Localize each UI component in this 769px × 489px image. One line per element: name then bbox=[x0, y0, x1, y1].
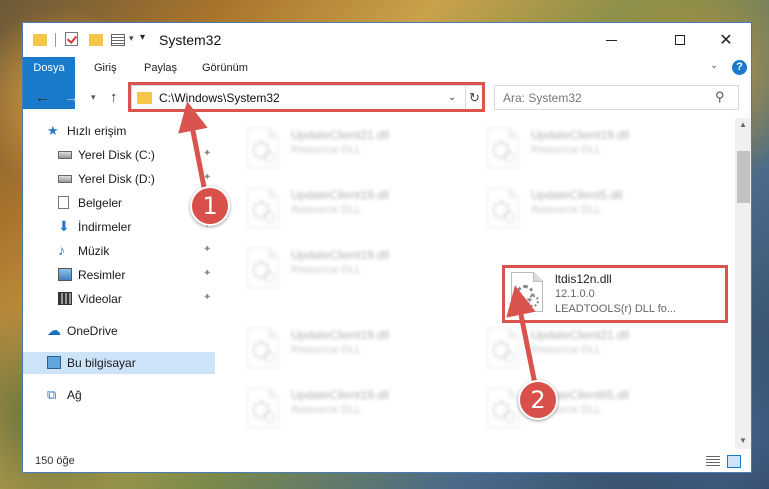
arrow-to-file bbox=[506, 285, 538, 385]
annotation-arrows bbox=[178, 101, 538, 385]
step-badge-2: 2 bbox=[518, 380, 558, 420]
arrow-to-address-bar bbox=[178, 101, 208, 193]
step-badge-1: 1 bbox=[190, 186, 230, 226]
